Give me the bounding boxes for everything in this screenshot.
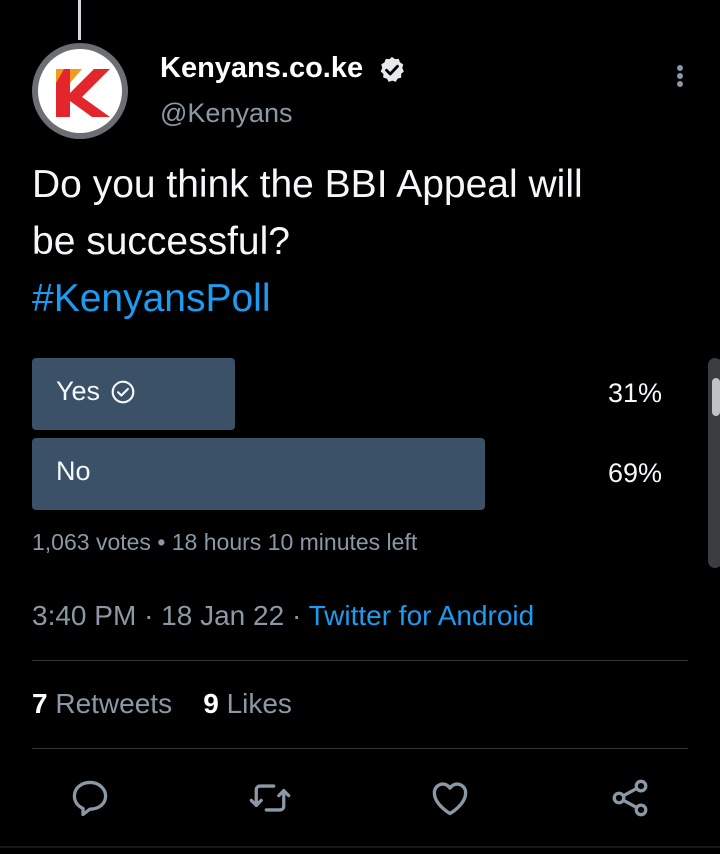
poll-option-yes: Yes 31% [32,358,662,430]
more-options-icon[interactable] [668,60,692,92]
like-icon[interactable] [428,776,472,820]
poll-option-label-wrap: Yes [56,376,136,407]
poll-time-left: 18 hours 10 minutes left [171,529,418,555]
poll-votes: 1,063 votes [32,529,151,555]
poll-option-percent: 31% [607,378,662,408]
retweets-stat[interactable]: 7 Retweets [32,688,172,719]
meta-separator: · [144,600,154,631]
likes-count: 9 [203,688,219,719]
retweet-icon[interactable] [248,776,292,820]
retweets-label: Retweets [55,688,173,719]
divider [32,748,688,749]
thread-connector-line [78,0,81,40]
tweet-time[interactable]: 3:40 PM [32,600,136,631]
kenyans-logo-icon [56,69,110,117]
reply-icon[interactable] [68,776,112,820]
share-icon[interactable] [608,776,652,820]
poll-option-percent: 69% [607,458,662,488]
divider [32,660,688,661]
poll-separator: • [157,529,166,555]
check-circle-icon [111,380,135,403]
likes-stat[interactable]: 9 Likes [203,688,292,719]
tweet-text-line: Do you think the BBI Appeal will [32,163,583,206]
verified-badge-icon [380,56,404,82]
display-name[interactable]: Kenyans.co.ke [160,52,363,85]
user-handle[interactable]: @Kenyans [160,98,292,129]
poll-bar [32,438,485,510]
poll-option-no: No 69% [32,438,662,510]
tweet-source-link[interactable]: Twitter for Android [309,600,535,631]
poll-meta: 1,063 votes • 18 hours 10 minutes left [32,529,417,556]
poll-option-label-wrap: No [56,456,91,487]
poll-option-label: Yes [56,376,101,406]
avatar[interactable] [32,43,128,139]
scrollbar-thumb[interactable] [712,378,720,416]
tweet-date[interactable]: 18 Jan 22 [161,600,284,631]
tweet-stats: 7 Retweets 9 Likes [32,688,292,720]
poll-option-label: No [56,456,91,486]
tweet-text: Do you think the BBI Appeal will be succ… [32,156,692,327]
bottom-divider [0,846,720,848]
hashtag-link[interactable]: #KenyansPoll [32,270,692,327]
scrollbar[interactable] [708,358,720,568]
tweet-timestamp: 3:40 PM · 18 Jan 22 · Twitter for Androi… [32,600,534,632]
retweets-count: 7 [32,688,48,719]
tweet-text-line: be successful? [32,220,290,263]
likes-label: Likes [226,688,292,719]
meta-separator: · [291,600,302,631]
